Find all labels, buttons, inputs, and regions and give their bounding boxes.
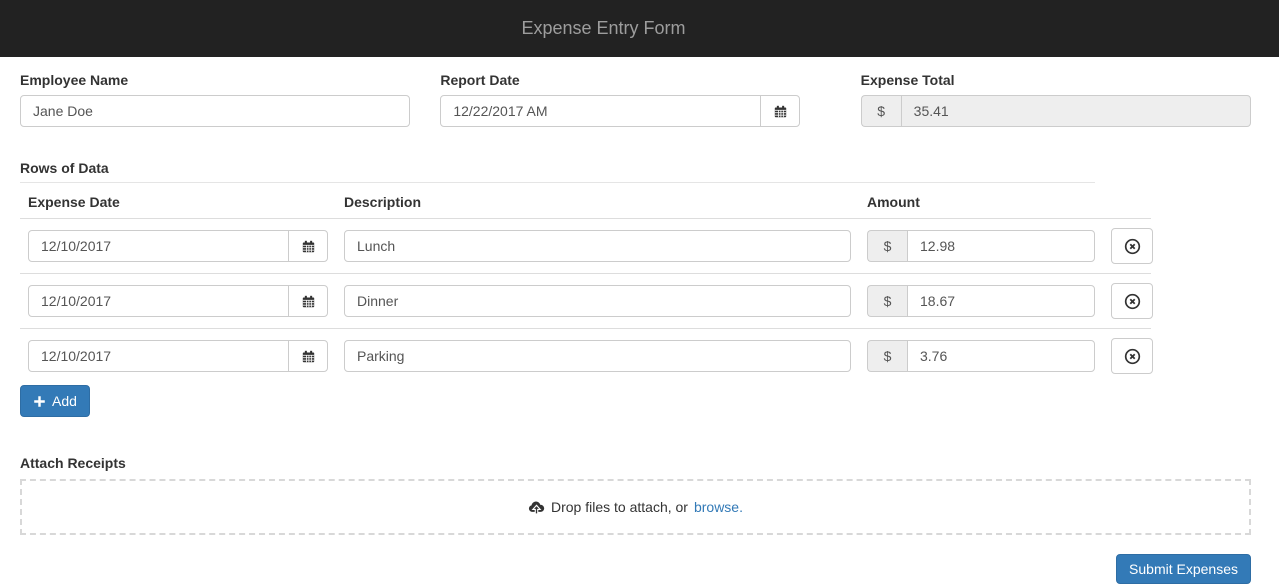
- report-date-label: Report Date: [440, 72, 830, 88]
- expense-table-header: Expense Date Description Amount: [20, 183, 1151, 219]
- amount-group: $: [867, 230, 1095, 262]
- remove-row-button[interactable]: [1111, 338, 1153, 374]
- rows-of-data-legend: Rows of Data: [20, 160, 1095, 183]
- calendar-icon: [302, 350, 315, 363]
- expense-form: Employee Name Report Date: [0, 57, 1279, 584]
- amount-group: $: [867, 285, 1095, 317]
- amount-group: $: [867, 340, 1095, 372]
- description-cell: [336, 219, 859, 274]
- expense-total-field: Expense Total $: [861, 66, 1251, 127]
- amount-cell: $: [859, 219, 1103, 274]
- amount-cell: $: [859, 329, 1103, 384]
- add-button-label: Add: [52, 393, 77, 409]
- remove-row-button[interactable]: [1111, 228, 1153, 264]
- actions-column-header: [1103, 183, 1151, 219]
- expense-row: $: [20, 329, 1151, 384]
- expense-date-cell: [20, 274, 336, 329]
- description-cell: [336, 329, 859, 384]
- report-date-group: [440, 95, 800, 127]
- currency-addon: $: [867, 230, 907, 262]
- employee-name-field: Employee Name: [20, 66, 410, 127]
- expense-total-label: Expense Total: [861, 72, 1251, 88]
- expense-date-calendar-button[interactable]: [288, 285, 328, 317]
- actions-cell: [1103, 329, 1151, 384]
- browse-link[interactable]: browse.: [694, 499, 743, 515]
- amount-column-header: Amount: [859, 183, 1103, 219]
- expense-date-column-header: Expense Date: [20, 183, 336, 219]
- description-input[interactable]: [344, 230, 851, 262]
- amount-input[interactable]: [907, 340, 1095, 372]
- expense-date-input[interactable]: [28, 285, 289, 317]
- expense-row: $: [20, 219, 1151, 274]
- remove-row-button[interactable]: [1111, 283, 1153, 319]
- remove-circle-icon: [1124, 293, 1141, 310]
- expense-table: Expense Date Description Amount: [20, 183, 1151, 383]
- expense-total-input: [901, 95, 1251, 127]
- expense-row: $: [20, 274, 1151, 329]
- actions-cell: [1103, 219, 1151, 274]
- submit-expenses-button[interactable]: Submit Expenses: [1116, 554, 1251, 584]
- dropzone-text: Drop files to attach, or: [551, 499, 688, 515]
- expense-date-input[interactable]: [28, 340, 289, 372]
- description-input[interactable]: [344, 340, 851, 372]
- report-date-calendar-button[interactable]: [760, 95, 800, 127]
- remove-circle-icon: [1124, 238, 1141, 255]
- description-column-header: Description: [336, 183, 859, 219]
- footer-actions: Submit Expenses: [20, 554, 1251, 584]
- top-fields-row: Employee Name Report Date: [20, 66, 1251, 127]
- expense-date-input[interactable]: [28, 230, 289, 262]
- description-input[interactable]: [344, 285, 851, 317]
- page-title: Expense Entry Form: [0, 18, 1279, 39]
- expense-rows-body: $: [20, 219, 1151, 384]
- expense-date-group: [28, 340, 328, 372]
- add-row-button[interactable]: Add: [20, 385, 90, 417]
- expense-date-calendar-button[interactable]: [288, 340, 328, 372]
- expense-date-calendar-button[interactable]: [288, 230, 328, 262]
- amount-input[interactable]: [907, 230, 1095, 262]
- expense-date-cell: [20, 329, 336, 384]
- currency-addon: $: [867, 285, 907, 317]
- amount-input[interactable]: [907, 285, 1095, 317]
- currency-addon: $: [867, 340, 907, 372]
- report-date-field: Report Date: [440, 66, 830, 127]
- calendar-icon: [302, 240, 315, 253]
- employee-name-input[interactable]: [20, 95, 410, 127]
- employee-name-label: Employee Name: [20, 72, 410, 88]
- expense-date-group: [28, 230, 328, 262]
- report-date-input[interactable]: [440, 95, 761, 127]
- plus-icon: [33, 395, 46, 408]
- file-dropzone[interactable]: Drop files to attach, or browse.: [20, 479, 1251, 535]
- attach-receipts-heading: Attach Receipts: [20, 455, 1251, 471]
- description-cell: [336, 274, 859, 329]
- upload-icon: [528, 499, 545, 515]
- actions-cell: [1103, 274, 1151, 329]
- amount-cell: $: [859, 274, 1103, 329]
- calendar-icon: [774, 105, 787, 118]
- app-header: Expense Entry Form: [0, 0, 1279, 57]
- currency-addon: $: [861, 95, 901, 127]
- expense-date-group: [28, 285, 328, 317]
- calendar-icon: [302, 295, 315, 308]
- remove-circle-icon: [1124, 348, 1141, 365]
- expense-date-cell: [20, 219, 336, 274]
- expense-total-group: $: [861, 95, 1251, 127]
